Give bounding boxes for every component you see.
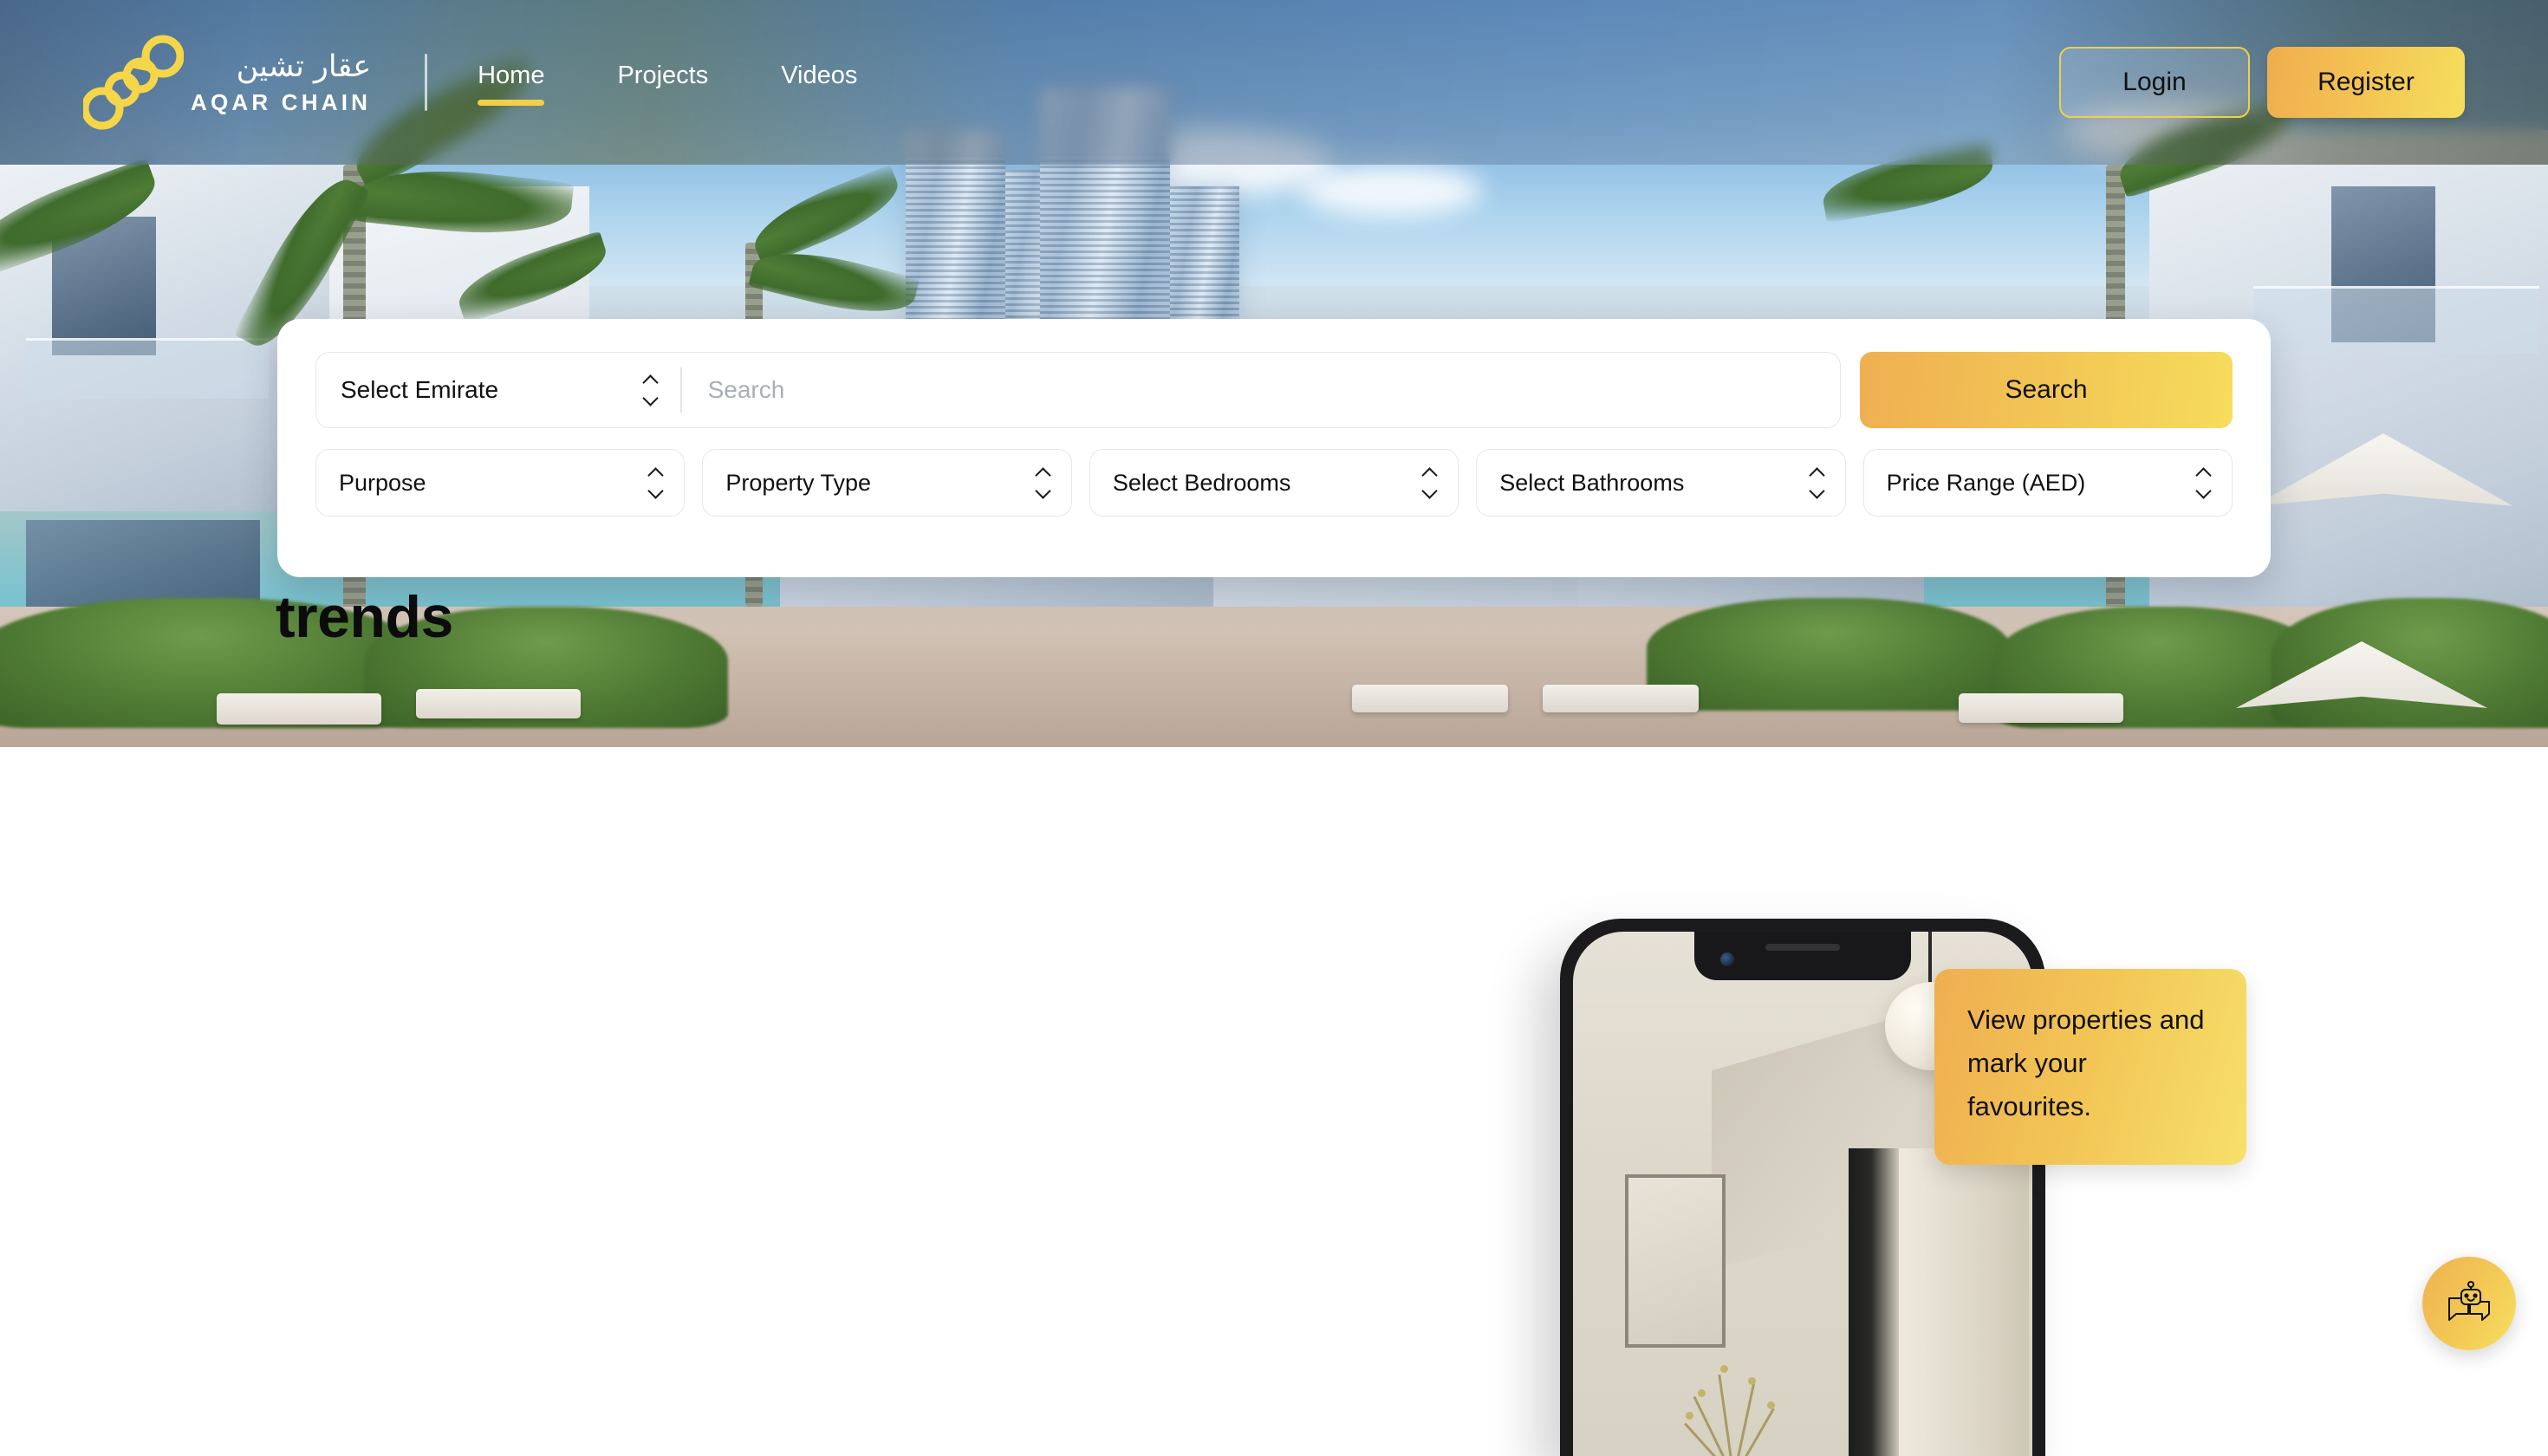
search-primary-row: Select Emirate Search [315, 352, 2233, 428]
chevron-up-down-icon [1035, 466, 1051, 499]
phone-notch [1694, 932, 1911, 980]
wall-mirror [1625, 1174, 1726, 1348]
bedrooms-label: Select Bedrooms [1112, 469, 1291, 496]
select-emirate-dropdown[interactable]: Select Emirate [316, 353, 680, 427]
dried-plant [1637, 1348, 1854, 1456]
price-range-label: Price Range (AED) [1886, 469, 2086, 496]
property-search-panel: Select Emirate Search Purpose Property T… [277, 319, 2271, 577]
brand-logo[interactable]: عقار تشين AQAR CHAIN [81, 34, 372, 131]
chevron-up-down-icon [1808, 466, 1825, 499]
hedge [2271, 598, 2548, 728]
chain-links-logo-icon [81, 34, 185, 131]
select-emirate-label: Select Emirate [341, 376, 499, 403]
search-button[interactable]: Search [1860, 352, 2233, 428]
door-frame [1849, 1148, 1899, 1456]
purpose-dropdown[interactable]: Purpose [315, 449, 686, 517]
sun-lounger [1543, 685, 1699, 712]
purpose-label: Purpose [339, 469, 426, 496]
nav-item-projects[interactable]: Projects [605, 56, 720, 109]
search-input[interactable] [681, 353, 1840, 427]
nav-label: Home [478, 61, 545, 89]
sun-lounger [1959, 693, 2123, 723]
nav-item-home[interactable]: Home [465, 56, 556, 109]
login-button[interactable]: Login [2059, 47, 2250, 118]
bedrooms-dropdown[interactable]: Select Bedrooms [1089, 449, 1459, 517]
header-actions: Login Register [2059, 47, 2465, 118]
bathrooms-dropdown[interactable]: Select Bathrooms [1476, 449, 1846, 517]
property-type-dropdown[interactable]: Property Type [702, 449, 1072, 517]
nav-item-videos[interactable]: Videos [769, 56, 869, 109]
sun-lounger [217, 693, 381, 725]
nav-label: Projects [617, 61, 709, 89]
main-navigation: Home Projects Videos [465, 56, 869, 109]
site-header: عقار تشين AQAR CHAIN Home Projects Video… [0, 0, 2548, 165]
brand-name-english: AQAR CHAIN [191, 89, 372, 115]
property-type-label: Property Type [725, 469, 871, 496]
open-doorway [1899, 1148, 2029, 1456]
balcony-railing [2253, 286, 2539, 354]
register-button[interactable]: Register [2267, 47, 2465, 118]
earpiece-speaker [1765, 944, 1840, 951]
price-range-dropdown[interactable]: Price Range (AED) [1862, 449, 2233, 517]
feature-callout-card: View properties and mark your favourites… [1934, 969, 2246, 1165]
bathrooms-label: Select Bathrooms [1499, 469, 1685, 496]
chevron-up-down-icon [642, 374, 659, 406]
chevron-up-down-icon [647, 466, 665, 499]
chatbot-robot-icon [2448, 1281, 2490, 1321]
hedge [1647, 598, 2011, 711]
emirate-and-search-group: Select Emirate [315, 352, 1841, 428]
search-filters-row: Purpose Property Type Select Bedrooms Se… [315, 449, 2233, 517]
sun-lounger [416, 689, 581, 718]
nav-label: Videos [781, 61, 858, 89]
sun-lounger [1352, 685, 1508, 712]
front-camera-icon [1720, 952, 1734, 966]
chevron-up-down-icon [2195, 466, 2212, 499]
chatbot-button[interactable] [2422, 1257, 2516, 1350]
brand-name-arabic: عقار تشين [236, 49, 372, 84]
cloud [1300, 165, 1482, 217]
active-nav-underline [478, 99, 545, 106]
balcony-railing [26, 338, 269, 399]
pendant-cord [1928, 932, 1932, 987]
chevron-up-down-icon [1421, 466, 1438, 499]
header-divider [425, 54, 428, 111]
